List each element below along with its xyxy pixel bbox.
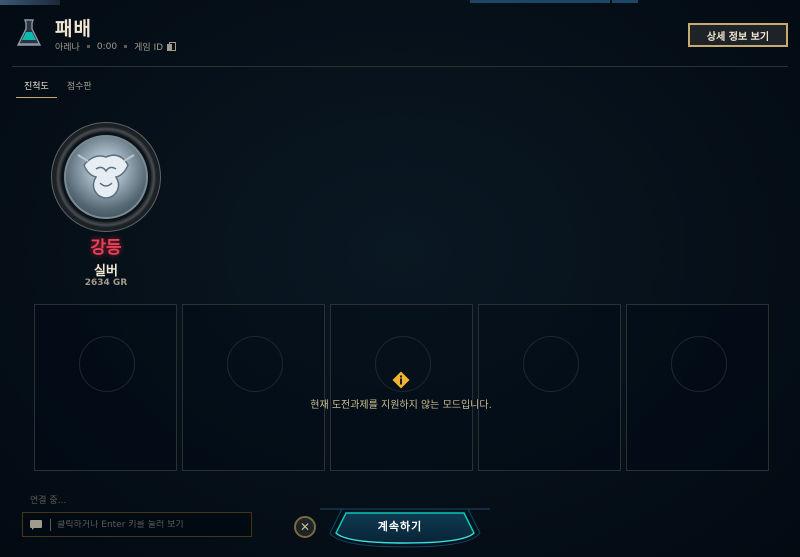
arena-icon bbox=[16, 19, 42, 46]
game-id-label: 게임 ID bbox=[134, 43, 164, 53]
copy-icon[interactable] bbox=[167, 42, 177, 51]
game-meta: 아레나 0:00 게임 ID bbox=[55, 40, 177, 53]
challenge-notice: 현재 도전과제를 지원하지 않는 모드입니다. bbox=[310, 400, 492, 411]
challenge-slot bbox=[626, 304, 769, 471]
chat-box[interactable] bbox=[22, 512, 252, 537]
challenge-slot-ring bbox=[671, 336, 727, 392]
chat-bubble-icon bbox=[30, 519, 43, 530]
continue-button[interactable]: 계속하기 bbox=[340, 514, 460, 538]
chat-input[interactable] bbox=[57, 519, 247, 530]
header: 패배 아레나 0:00 게임 ID 상세 정보 보기 bbox=[0, 0, 800, 66]
rank-change: 강등 bbox=[90, 238, 122, 258]
header-divider bbox=[12, 66, 788, 67]
connection-status: 연결 중... bbox=[30, 496, 67, 506]
silver-tier-crest-icon bbox=[77, 154, 135, 199]
rank-emblem bbox=[51, 122, 161, 232]
chat-separator bbox=[50, 518, 51, 531]
close-button[interactable]: ✕ bbox=[294, 516, 316, 538]
challenge-slot-ring bbox=[79, 336, 135, 392]
close-icon: ✕ bbox=[299, 520, 311, 534]
rank-tier: 실버 bbox=[94, 264, 118, 279]
map-name: 아레나 bbox=[55, 43, 80, 53]
tab-progress[interactable]: 진척도 bbox=[16, 77, 57, 98]
tab-bar: 진척도 점수판 bbox=[16, 77, 100, 98]
challenge-slot-ring bbox=[227, 336, 283, 392]
game-duration: 0:00 bbox=[96, 41, 118, 52]
separator-dot bbox=[124, 45, 128, 48]
tab-scoreboard[interactable]: 점수판 bbox=[59, 77, 100, 98]
challenge-slot bbox=[182, 304, 325, 471]
details-button[interactable]: 상세 정보 보기 bbox=[688, 23, 788, 47]
challenge-slot-ring bbox=[523, 336, 579, 392]
challenge-slot bbox=[478, 304, 621, 471]
challenge-slot bbox=[34, 304, 177, 471]
warning-diamond-icon bbox=[392, 371, 410, 389]
rank-rating: 2634 GR bbox=[84, 278, 128, 288]
result-title: 패배 bbox=[55, 18, 92, 40]
separator-dot bbox=[86, 45, 90, 48]
